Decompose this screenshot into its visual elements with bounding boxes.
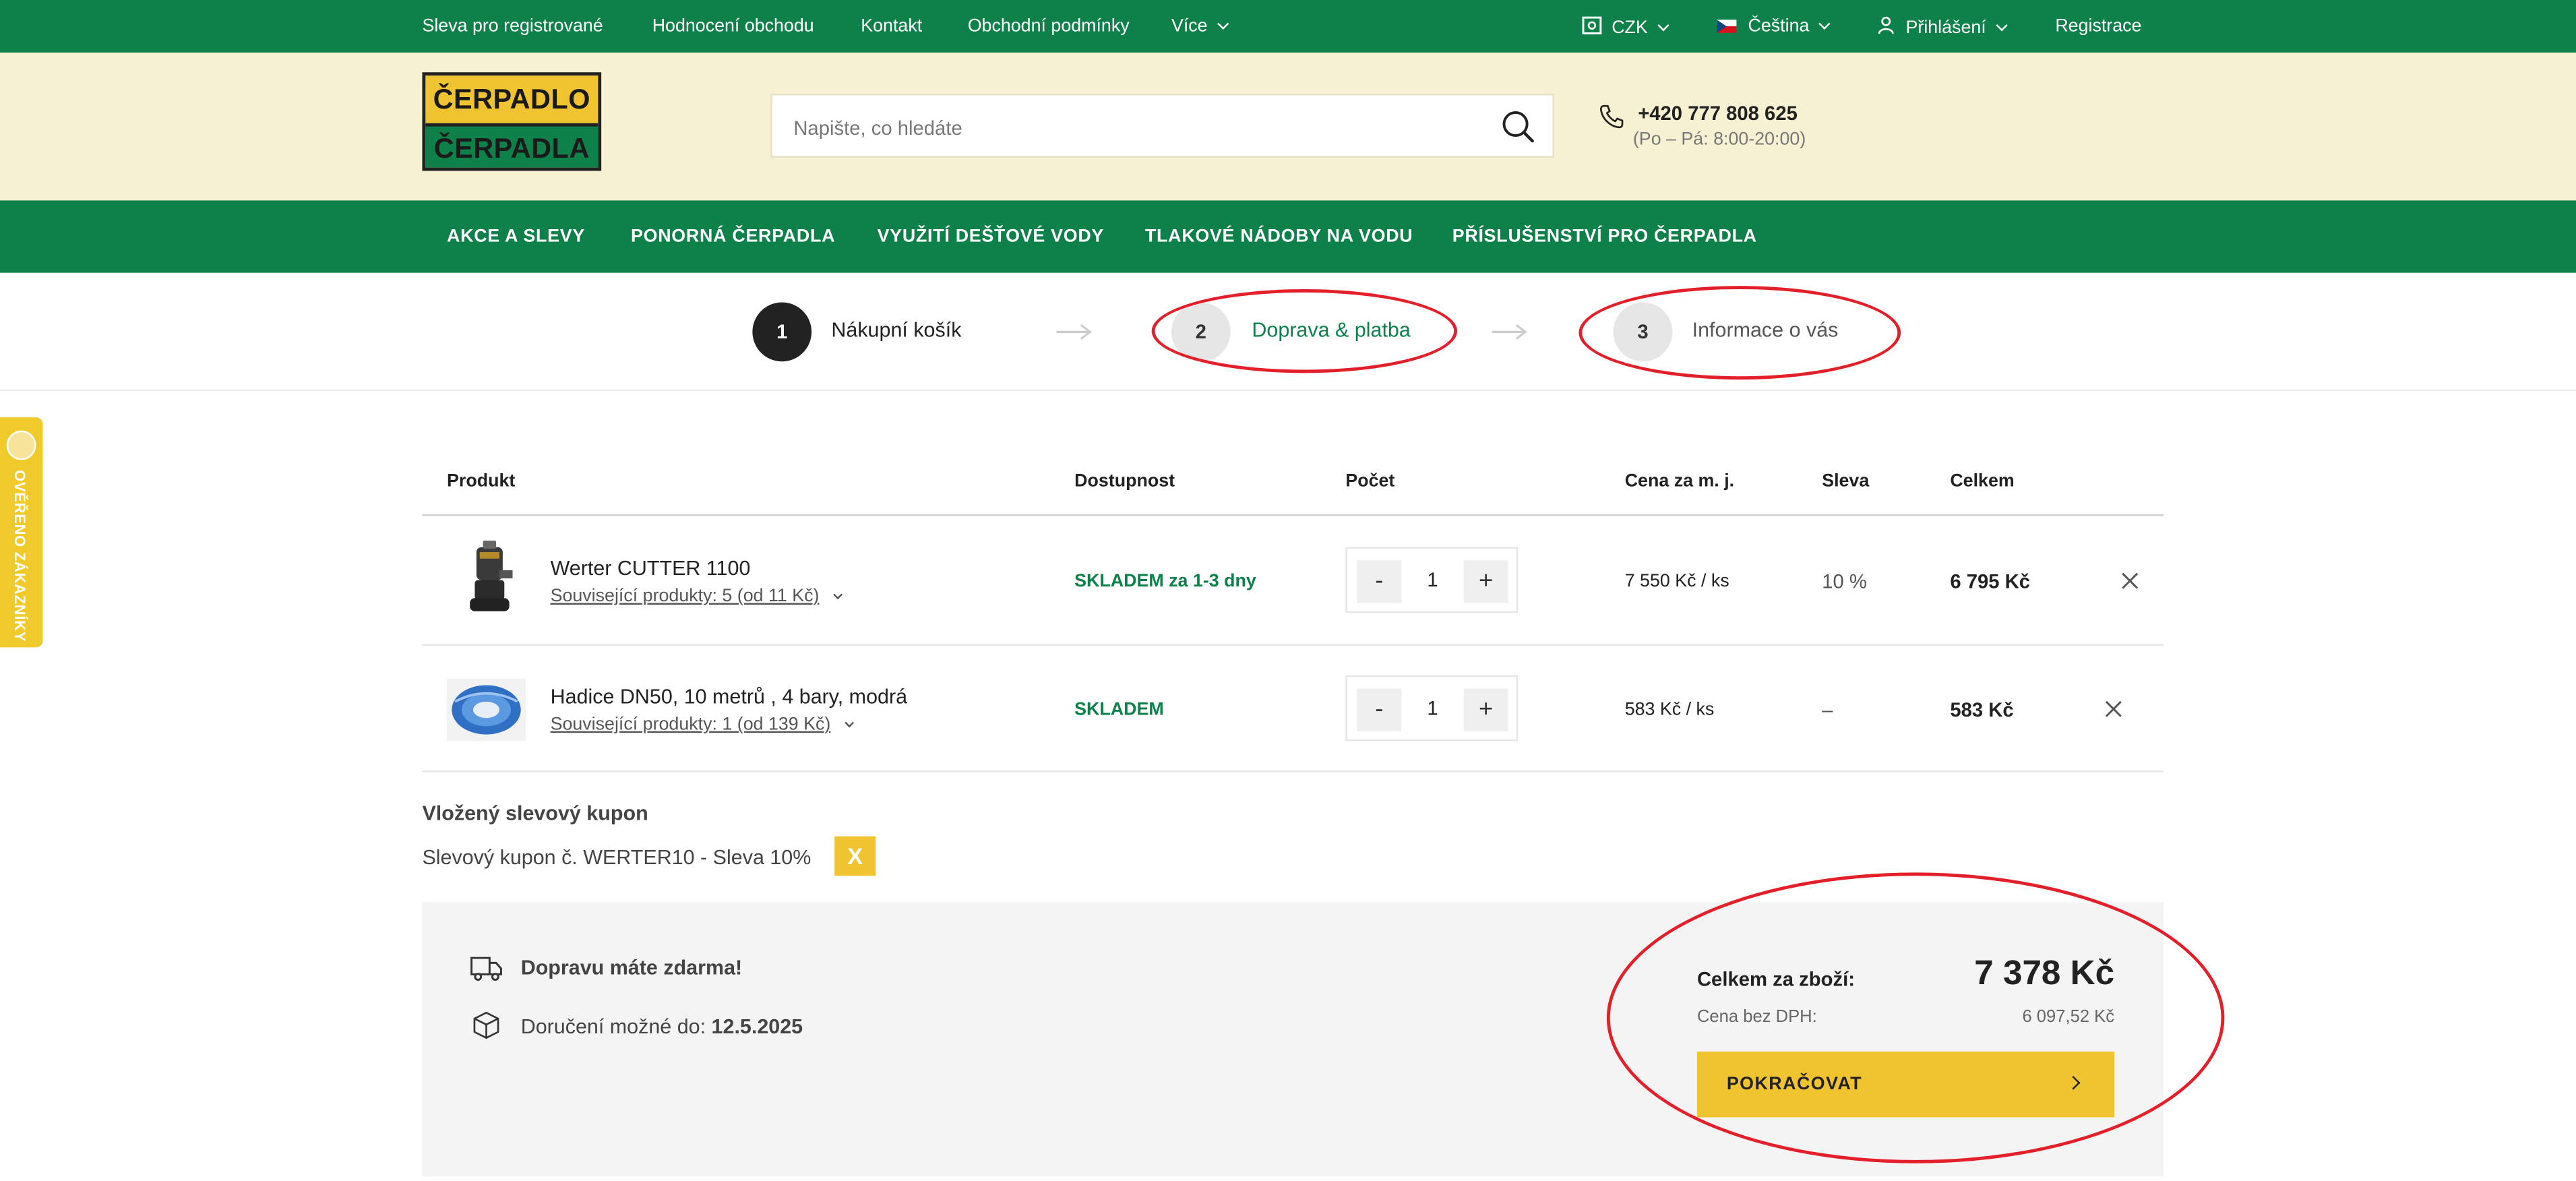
col-header-unit-price: Cena za m. j. xyxy=(1624,471,1735,491)
chevron-down-icon xyxy=(1217,18,1229,30)
step-1-label[interactable]: Nákupní košík xyxy=(831,319,961,342)
truck-icon xyxy=(470,957,502,981)
opening-hours: (Po – Pá: 8:00-20:00) xyxy=(1632,129,1806,150)
step-1-number: 1 xyxy=(752,302,812,362)
coupon-heading: Vložený slevový kupon xyxy=(422,801,648,825)
czech-flag-icon xyxy=(1717,20,1737,33)
language-label: Čeština xyxy=(1748,16,1810,36)
product-image-pump[interactable] xyxy=(448,540,530,619)
col-header-total: Celkem xyxy=(1950,471,2015,491)
user-icon xyxy=(1878,16,1894,34)
more-menu[interactable]: Více xyxy=(1171,16,1229,36)
package-icon xyxy=(473,1012,499,1039)
login-label: Přihlášení xyxy=(1905,18,1986,38)
search-icon[interactable] xyxy=(1502,110,1535,143)
phone-icon xyxy=(1600,104,1624,129)
product-name[interactable]: Hadice DN50, 10 metrů , 4 bary, modrá xyxy=(551,685,908,708)
row-total: 6 795 Kč xyxy=(1950,570,2031,593)
delivery-date: 12.5.2025 xyxy=(711,1015,803,1039)
register-link[interactable]: Registrace xyxy=(2055,16,2141,36)
link-member-discount[interactable]: Sleva pro registrované xyxy=(422,16,603,36)
verified-customers-label: OVĚŘENO ZÁKAZNÍKY xyxy=(11,470,28,642)
chevron-down-icon xyxy=(1818,18,1831,30)
related-products-label: Související produkty: 1 (od 139 Kč) xyxy=(550,715,831,735)
unit-price: 583 Kč / ks xyxy=(1624,700,1715,720)
site-header: ČERPADLO ČERPADLA Napište, co hledáte +4… xyxy=(0,53,2576,201)
currency-label: CZK xyxy=(1612,18,1648,38)
quantity-value[interactable]: 1 xyxy=(1409,697,1455,720)
currency-select[interactable]: CZK xyxy=(1582,16,1669,38)
delivery-label: Doručení možné do: xyxy=(520,1015,706,1039)
logo[interactable]: ČERPADLO ČERPADLA xyxy=(422,72,602,171)
language-select[interactable]: Čeština xyxy=(1717,16,1831,36)
remove-coupon-button[interactable]: X xyxy=(834,836,876,876)
stock-status: SKLADEM za 1-3 dny xyxy=(1074,572,1256,592)
link-shop-reviews[interactable]: Hodnocení obchodu xyxy=(652,16,814,36)
nav-item-rainwater[interactable]: VYUŽITÍ DEŠŤOVÉ VODY xyxy=(878,226,1104,246)
col-header-product: Produkt xyxy=(447,471,516,491)
discount-value: – xyxy=(1822,698,1833,722)
chevron-down-icon xyxy=(832,590,842,600)
chevron-down-icon xyxy=(1657,20,1669,32)
annotation-circle-step-2 xyxy=(1151,289,1458,373)
related-products-toggle[interactable]: Související produkty: 1 (od 139 Kč) xyxy=(550,715,854,735)
col-header-quantity: Počet xyxy=(1345,471,1395,491)
chevron-down-icon xyxy=(1996,20,2008,32)
nav-item-pressure-tanks[interactable]: TLAKOVÉ NÁDOBY NA VODU xyxy=(1145,226,1413,246)
quantity-stepper: - 1 + xyxy=(1345,675,1519,741)
stock-status: SKLADEM xyxy=(1074,700,1164,720)
login-menu[interactable]: Přihlášení xyxy=(1878,16,2008,38)
col-header-availability: Dostupnost xyxy=(1074,471,1175,491)
decrease-quantity-button[interactable]: - xyxy=(1357,688,1402,731)
more-menu-label: Více xyxy=(1171,16,1208,36)
phone-number[interactable]: +420 777 808 625 xyxy=(1638,102,1798,125)
increase-quantity-button[interactable]: + xyxy=(1463,560,1508,603)
row-total: 583 Kč xyxy=(1950,698,2014,722)
delivery-info: Doručení možné do: 12.5.2025 xyxy=(521,1015,803,1038)
seal-icon xyxy=(6,430,36,460)
arrow-right-icon xyxy=(1492,324,1527,340)
col-header-discount: Sleva xyxy=(1822,471,1870,491)
divider xyxy=(422,644,2164,646)
related-products-toggle[interactable]: Související produkty: 5 (od 11 Kč) xyxy=(550,586,842,607)
main-nav: AKCE A SLEVY PONORNÁ ČERPADLA VYUŽITÍ DE… xyxy=(0,200,2576,273)
arrow-right-icon xyxy=(1056,324,1092,340)
search-placeholder: Napište, co hledáte xyxy=(793,117,962,140)
close-icon[interactable] xyxy=(2104,700,2122,718)
decrease-quantity-button[interactable]: - xyxy=(1357,560,1402,603)
logo-line-1: ČERPADLO xyxy=(425,75,599,123)
nav-item-accessories[interactable]: PŘÍSLUŠENSTVÍ PRO ČERPADLA xyxy=(1452,226,1757,246)
free-shipping-text: Dopravu máte zdarma! xyxy=(520,956,743,979)
close-icon[interactable] xyxy=(2121,572,2139,590)
link-contact[interactable]: Kontakt xyxy=(861,16,922,36)
nav-item-sales[interactable]: AKCE A SLEVY xyxy=(447,226,585,246)
search-input[interactable]: Napište, co hledáte xyxy=(770,93,1554,158)
annotation-circle-summary xyxy=(1606,872,2225,1163)
chevron-down-icon xyxy=(844,718,854,728)
annotation-circle-step-3 xyxy=(1578,286,1901,380)
nav-item-submersible-pumps[interactable]: PONORNÁ ČERPADLA xyxy=(631,226,835,246)
divider xyxy=(422,770,2164,773)
quantity-stepper: - 1 + xyxy=(1345,547,1519,613)
link-terms[interactable]: Obchodní podmínky xyxy=(968,16,1130,36)
divider xyxy=(422,514,2164,516)
increase-quantity-button[interactable]: + xyxy=(1463,688,1508,731)
top-bar: Sleva pro registrované Hodnocení obchodu… xyxy=(0,0,2576,53)
logo-line-2: ČERPADLA xyxy=(425,123,599,168)
related-products-label: Související produkty: 5 (od 11 Kč) xyxy=(550,586,820,607)
coupon-text: Slevový kupon č. WERTER10 - Sleva 10% xyxy=(422,846,811,870)
product-image-hose[interactable] xyxy=(447,672,529,751)
discount-value: 10 % xyxy=(1822,570,1867,593)
verified-customers-badge[interactable]: OVĚŘENO ZÁKAZNÍKY xyxy=(0,417,43,648)
product-name[interactable]: Werter CUTTER 1100 xyxy=(551,557,751,580)
quantity-value[interactable]: 1 xyxy=(1409,568,1455,591)
unit-price: 7 550 Kč / ks xyxy=(1624,572,1729,592)
wallet-icon xyxy=(1582,16,1602,34)
